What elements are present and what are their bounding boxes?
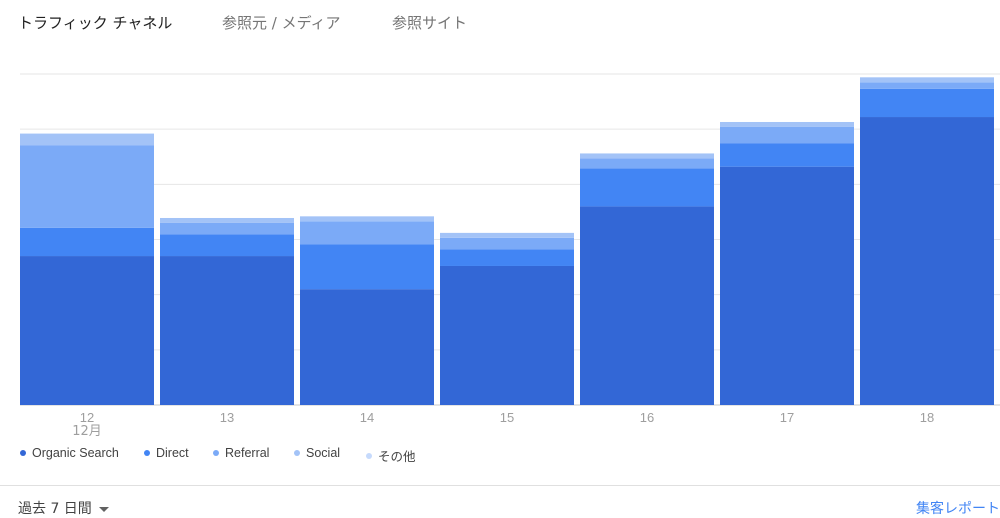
- legend-dot-referral: [213, 450, 219, 456]
- legend-item-social[interactable]: Social: [294, 446, 340, 460]
- legend-label-referral: Referral: [225, 446, 270, 460]
- bar-segment-17-s3[interactable]: [720, 121, 854, 127]
- bar-segment-16-s1[interactable]: [580, 168, 714, 207]
- legend-label-social: Social: [306, 446, 341, 460]
- legend-dot-other: [366, 452, 372, 459]
- bar-segment-13-s3[interactable]: [160, 217, 294, 223]
- legend-item-organic-search[interactable]: Organic Search: [20, 446, 119, 460]
- x-tick-label-18: 18: [920, 410, 934, 425]
- bar-segment-18-s2[interactable]: [860, 82, 994, 89]
- x-tick-sublabel: 12月: [72, 424, 102, 439]
- x-tick-label-17: 17: [780, 410, 794, 425]
- bar-segment-15-s1[interactable]: [440, 249, 574, 266]
- bar-segment-12-s0[interactable]: [20, 256, 154, 405]
- x-tick-label-14: 14: [360, 410, 374, 425]
- bar-segment-15-s2[interactable]: [440, 237, 574, 250]
- period-dropdown[interactable]: 過去 7 日間: [18, 498, 109, 518]
- legend-label-direct: Direct: [156, 446, 189, 460]
- legend-item-referral[interactable]: Referral: [213, 446, 269, 460]
- bar-segment-13-s0[interactable]: [160, 256, 294, 405]
- bar-segment-17-s2[interactable]: [720, 126, 854, 144]
- acquisition-report-link[interactable]: 集客レポート: [916, 498, 1000, 518]
- stacked-bar-chart: 1212月 13 14 15 16 17 18: [20, 73, 1000, 439]
- period-label: 過去 7 日間: [18, 501, 92, 517]
- legend-label-organic-search: Organic Search: [32, 446, 119, 460]
- bar-segment-15-s3[interactable]: [440, 232, 574, 238]
- bar-segment-16-s0[interactable]: [580, 206, 714, 405]
- bar-segment-17-s0[interactable]: [720, 166, 854, 405]
- bar-segment-15-s0[interactable]: [440, 265, 574, 405]
- caret-down-icon: [98, 507, 109, 512]
- bar-segment-13-s1[interactable]: [160, 234, 294, 257]
- bar-segment-18-s0[interactable]: [860, 117, 994, 405]
- bar-segment-13-s2[interactable]: [160, 222, 294, 235]
- bar-segment-12-s3[interactable]: [20, 133, 154, 146]
- bar-segment-14-s1[interactable]: [300, 244, 434, 290]
- bar-segment-12-s1[interactable]: [20, 227, 154, 257]
- bar-segment-14-s2[interactable]: [300, 221, 434, 245]
- x-tick-label-15: 15: [500, 410, 514, 425]
- x-tick-label-12: 12: [80, 410, 94, 425]
- legend-dot-direct: [144, 450, 150, 456]
- bar-segment-12-s2[interactable]: [20, 145, 154, 228]
- legend-dot-social: [294, 450, 300, 456]
- legend-item-other[interactable]: その他: [366, 446, 416, 465]
- bar-segment-18-s1[interactable]: [860, 88, 994, 118]
- legend-item-direct[interactable]: Direct: [144, 446, 189, 460]
- legend-dot-organic-search: [20, 450, 26, 456]
- bar-segment-14-s0[interactable]: [300, 289, 434, 405]
- x-tick-label-16: 16: [640, 410, 654, 425]
- bar-segment-16-s2[interactable]: [580, 158, 714, 169]
- bar-segment-14-s3[interactable]: [300, 216, 434, 222]
- bar-segment-16-s3[interactable]: [580, 153, 714, 159]
- legend-label-other: その他: [378, 450, 416, 464]
- bar-segment-18-s3[interactable]: [860, 77, 994, 83]
- bar-segment-17-s1[interactable]: [720, 143, 854, 167]
- x-tick-label-13: 13: [220, 410, 234, 425]
- footer-divider: [0, 485, 1000, 486]
